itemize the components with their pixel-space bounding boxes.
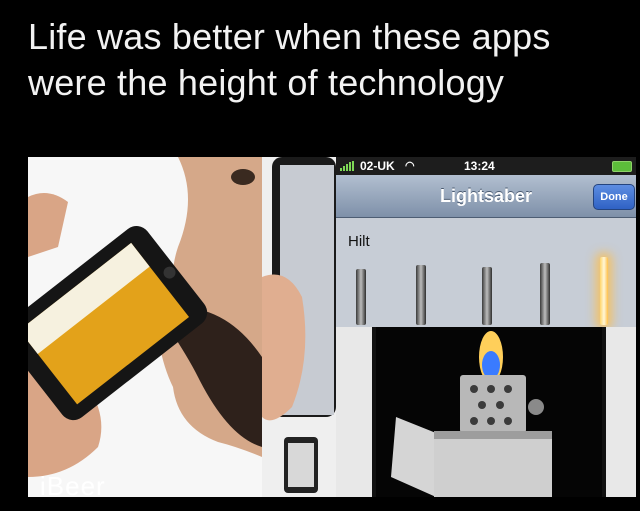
- nav-title: Lightsaber: [439, 186, 532, 206]
- ibeer-illustration: [28, 157, 262, 497]
- done-button[interactable]: Done: [593, 184, 635, 210]
- lightsaber-app-screen: 02-UK ◠ 13:24 Lightsaber Done Hilt: [336, 157, 636, 327]
- status-time: 13:24: [464, 159, 495, 173]
- section-label: Hilt: [348, 233, 370, 250]
- phone-strip-illustration: [262, 157, 336, 497]
- hilt-option[interactable]: [356, 269, 366, 325]
- nav-bar: Lightsaber Done: [336, 175, 636, 218]
- meme-caption: Life was better when these apps were the…: [28, 16, 551, 103]
- status-bar: 02-UK ◠ 13:24: [336, 157, 636, 175]
- wifi-icon: ◠: [405, 160, 415, 172]
- phone-photo-strip: [262, 157, 336, 497]
- ibeer-logo: iBeer: [40, 471, 106, 497]
- lighter-app-screen: [336, 327, 636, 497]
- hilt-picker: [348, 257, 633, 327]
- battery-icon: [612, 161, 632, 172]
- carrier-name: 02-UK: [360, 159, 395, 173]
- hilt-option[interactable]: [540, 263, 550, 325]
- hilt-option-selected[interactable]: [600, 257, 608, 325]
- ibeer-photo: iBeer: [28, 157, 262, 497]
- hilt-option[interactable]: [416, 265, 426, 325]
- lighter-illustration: [336, 327, 636, 497]
- signal-icon: [340, 161, 354, 171]
- hilt-option[interactable]: [482, 267, 492, 325]
